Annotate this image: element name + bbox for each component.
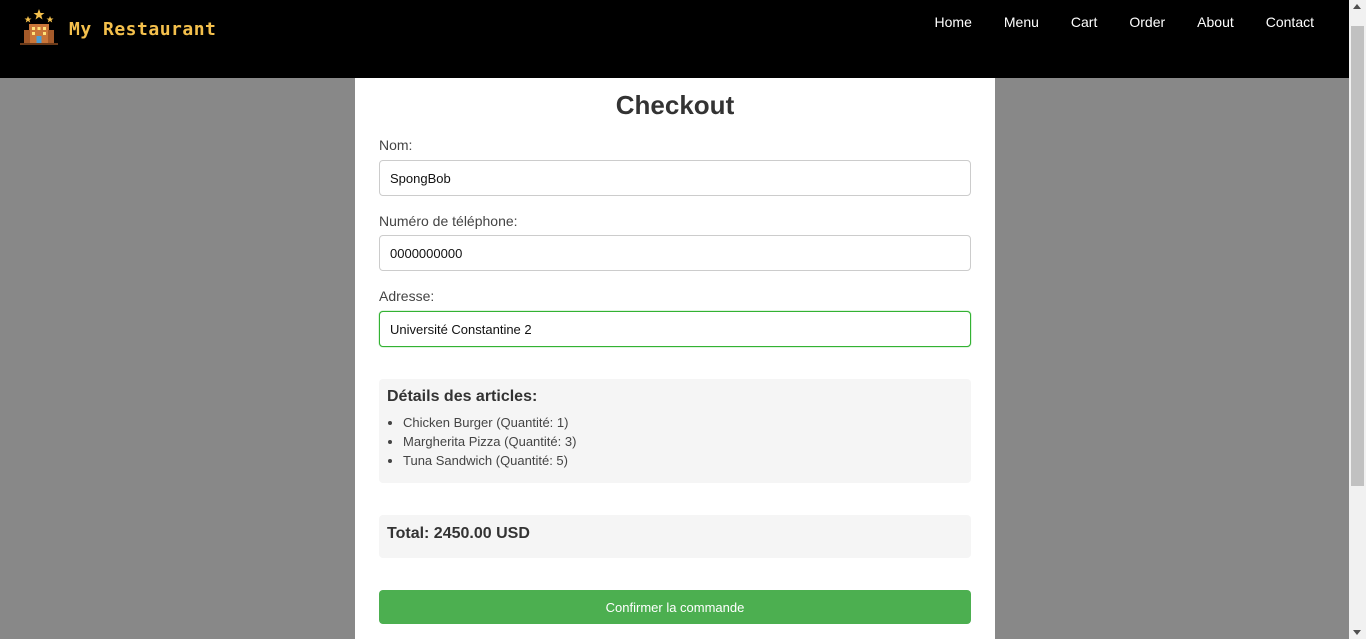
nav-about[interactable]: About xyxy=(1197,14,1234,30)
nav-links: Home Menu Cart Order About Contact xyxy=(903,14,1314,30)
list-item: Chicken Burger (Quantité: 1) xyxy=(403,413,963,432)
page-title: Checkout xyxy=(615,90,735,120)
items-title: Détails des articles: xyxy=(387,388,538,405)
list-item: Margherita Pizza (Quantité: 3) xyxy=(403,432,963,451)
name-field[interactable] xyxy=(379,160,971,196)
list-item: Tuna Sandwich (Quantité: 5) xyxy=(403,451,963,470)
top-navbar: My Restaurant Home Menu Cart Order About… xyxy=(0,0,1349,78)
name-label: Nom: xyxy=(379,137,413,153)
scroll-down-arrow-icon[interactable] xyxy=(1353,630,1361,635)
phone-field[interactable] xyxy=(379,235,971,271)
page-scrollbar[interactable] xyxy=(1349,0,1366,639)
nav-home[interactable]: Home xyxy=(935,14,972,30)
nav-order[interactable]: Order xyxy=(1129,14,1165,30)
phone-label: Numéro de téléphone: xyxy=(379,213,518,229)
checkout-card: Checkout Nom: Numéro de téléphone: Adres… xyxy=(355,78,995,639)
scroll-up-arrow-icon[interactable] xyxy=(1353,4,1361,9)
order-total: Total: 2450.00 USD xyxy=(379,515,971,558)
nav-cart[interactable]: Cart xyxy=(1071,14,1097,30)
confirm-order-button[interactable]: Confirmer la commande xyxy=(379,590,971,624)
address-label: Adresse: xyxy=(379,288,435,304)
items-list: Chicken Burger (Quantité: 1) Margherita … xyxy=(387,413,963,470)
scroll-thumb[interactable] xyxy=(1351,26,1364,486)
brand[interactable]: My Restaurant xyxy=(20,8,216,46)
brand-name: My Restaurant xyxy=(69,18,217,40)
nav-contact[interactable]: Contact xyxy=(1266,14,1314,30)
address-field[interactable] xyxy=(379,311,971,347)
nav-menu[interactable]: Menu xyxy=(1004,14,1039,30)
restaurant-building-icon xyxy=(20,8,58,46)
order-items-box: Détails des articles: Chicken Burger (Qu… xyxy=(379,379,971,483)
